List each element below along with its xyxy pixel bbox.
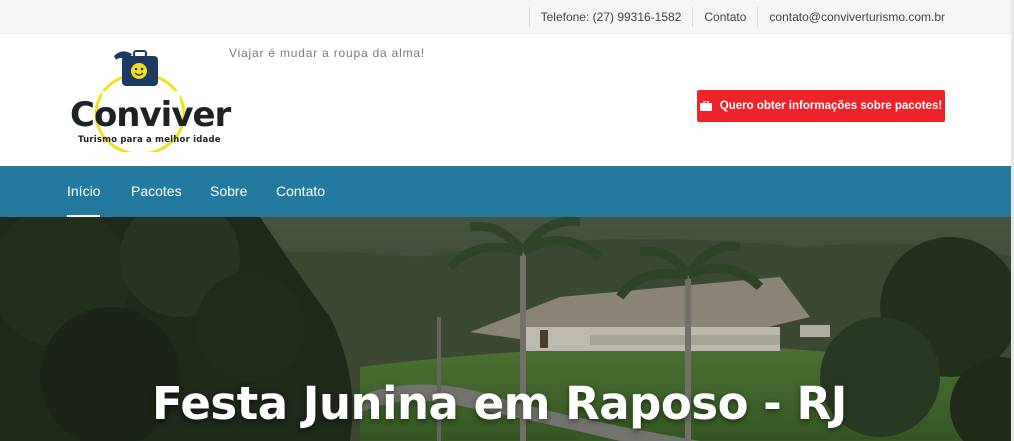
email-link[interactable]: contato@conviverturismo.com.br: [757, 7, 945, 27]
nav-item-pacotes[interactable]: Pacotes: [131, 166, 182, 217]
site-slogan: Viajar é mudar a roupa da alma!: [229, 46, 426, 60]
top-contact-link[interactable]: Contato: [692, 7, 757, 27]
phone-link[interactable]: Telefone: (27) 99316-1582: [528, 7, 693, 27]
nav-item-sobre[interactable]: Sobre: [210, 166, 247, 217]
info-request-label: Quero obter informações sobre pacotes!: [719, 100, 943, 112]
suitcase-icon: [699, 100, 712, 111]
hero-title: Festa Junina em Raposo - RJ: [152, 377, 847, 430]
top-bar: Telefone: (27) 99316-1582 Contato contat…: [0, 0, 1014, 34]
nav-item-contato[interactable]: Contato: [276, 166, 325, 217]
logo-tagline: Turismo para a melhor idade: [78, 135, 221, 145]
hero-banner: Festa Junina em Raposo - RJ: [0, 217, 1014, 441]
top-bar-links: Telefone: (27) 99316-1582 Contato contat…: [528, 0, 945, 34]
nav-item-inicio[interactable]: Início: [67, 166, 101, 217]
logo-wordmark: Conviver: [70, 95, 231, 135]
site-logo[interactable]: Conviver Turismo para a melhor idade: [62, 48, 231, 156]
info-request-button[interactable]: Quero obter informações sobre pacotes!: [697, 90, 945, 122]
site-header: Conviver Turismo para a melhor idade Via…: [0, 34, 1014, 166]
main-nav: Início Pacotes Sobre Contato: [0, 166, 1014, 217]
